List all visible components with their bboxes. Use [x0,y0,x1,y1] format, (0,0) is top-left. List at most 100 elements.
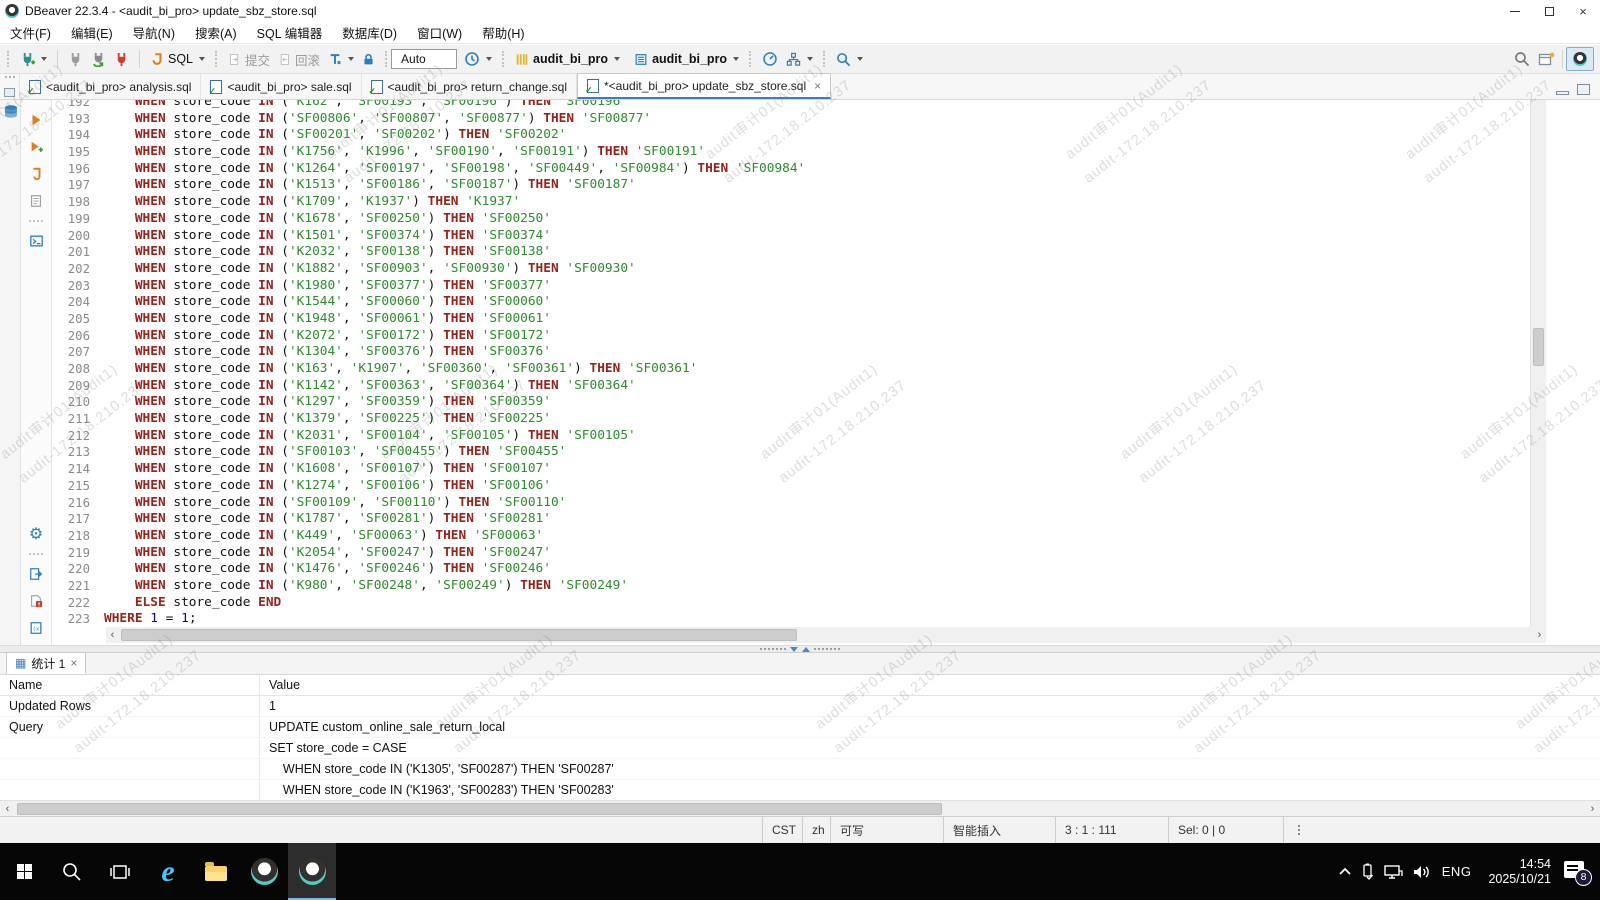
scroll-right-icon[interactable]: › [1585,803,1600,815]
menu-item-6[interactable]: 窗口(W) [407,22,472,43]
file-explorer-button[interactable] [192,843,240,900]
minimize-view-icon[interactable] [1556,91,1569,95]
code-line[interactable]: 219 WHEN store_code IN ('K2054', 'SF0024… [52,545,1530,562]
code-line[interactable]: 211 WHEN store_code IN ('K1379', 'SF0022… [52,411,1530,428]
notification-center-button[interactable]: 8 [1564,861,1590,883]
menu-item-0[interactable]: 文件(F) [0,22,61,43]
code-line[interactable]: 205 WHEN store_code IN ('K1948', 'SF0006… [52,311,1530,328]
explain-plan-icon[interactable] [26,191,46,211]
code-line[interactable]: 196 WHEN store_code IN ('K1264', 'SF0019… [52,161,1530,178]
stats-row-3[interactable]: WHEN store_code IN ('K1305', 'SF00287') … [0,759,1600,780]
menu-item-4[interactable]: SQL 编辑器 [247,22,333,43]
rollback-button[interactable]: 回滚 [274,48,324,71]
taskbar-clock[interactable]: 14:54 2025/10/21 [1482,857,1557,887]
splitter-sash[interactable] [0,645,1600,653]
status-segment-2[interactable]: 可写 [830,817,943,843]
settings-gear-icon[interactable]: ⚙ [26,524,46,544]
code-line[interactable]: 222 ELSE store_code END [52,595,1530,612]
network-icon[interactable] [1382,863,1404,881]
dbeaver-taskbar-button-active[interactable] [288,843,336,900]
status-segment-5[interactable]: Sel: 0 | 0 [1168,817,1283,843]
code-line[interactable]: 220 WHEN store_code IN ('K1476', 'SF0024… [52,561,1530,578]
database-selector[interactable]: audit_bi_pro [511,50,624,69]
status-segment-3[interactable]: 智能插入 [943,817,1055,843]
code-line[interactable]: 218 WHEN store_code IN ('K449', 'SF00063… [52,528,1530,545]
execute-new-tab-icon[interactable] [26,137,46,157]
status-segment-0[interactable]: CST [762,817,802,843]
vscroll-thumb[interactable] [1533,328,1544,366]
code-line[interactable]: 221 WHEN store_code IN ('K980', 'SF00248… [52,578,1530,595]
menu-item-7[interactable]: 帮助(H) [472,22,534,43]
stats-row-2[interactable]: SET store_code = CASE [0,738,1600,759]
code-line[interactable]: 201 WHEN store_code IN ('K2032', 'SF0013… [52,244,1530,261]
menu-item-5[interactable]: 数据库(D) [332,22,407,43]
maximize-button[interactable] [1532,0,1566,22]
database-navigator-icon[interactable] [3,104,19,125]
status-overflow-icon[interactable] [1283,817,1314,843]
editor-tab-1[interactable]: <audit_bi_pro> sale.sql [201,74,361,99]
restore-view-icon[interactable] [4,88,15,97]
tab-statistics[interactable]: ▦ 统计 1 × [6,652,86,674]
new-connection-button[interactable] [16,50,51,69]
drag-handle-icon[interactable] [5,76,15,78]
code-line[interactable]: 206 WHEN store_code IN ('K2072', 'SF0017… [52,328,1530,345]
status-segment-4[interactable]: 3 : 1 : 111 [1055,817,1168,843]
input-language[interactable]: ENG [1438,864,1476,879]
code-line[interactable]: 198 WHEN store_code IN ('K1709', 'K1937'… [52,194,1530,211]
code-line[interactable]: 197 WHEN store_code IN ('K1513', 'SF0018… [52,177,1530,194]
code-line[interactable]: 210 WHEN store_code IN ('K1297', 'SF0035… [52,394,1530,411]
code-line[interactable]: 214 WHEN store_code IN ('K1608', 'SF0010… [52,461,1530,478]
taskbar-search-button[interactable] [48,843,96,900]
dbeaver-perspective-button[interactable] [1566,47,1594,71]
sql-editor[interactable]: 192 WHEN store_code IN ('K162', 'SF00193… [52,100,1546,645]
internet-explorer-button[interactable]: e [144,843,192,900]
scroll-right-icon[interactable]: › [1533,629,1546,641]
code-line[interactable]: 193 WHEN store_code IN ('SF00806', 'SF00… [52,111,1530,128]
stats-row-4[interactable]: WHEN store_code IN ('K1963', 'SF00283') … [0,780,1600,800]
close-icon[interactable]: × [814,79,821,93]
connect-button[interactable] [64,50,87,69]
transaction-mode-button[interactable] [324,50,358,69]
new-sql-editor-button[interactable]: SQL [146,50,209,69]
volume-icon[interactable] [1411,863,1431,881]
task-view-button[interactable] [96,843,144,900]
lock-button[interactable] [358,50,379,69]
hscroll-thumb[interactable] [121,629,797,641]
editor-tab-2[interactable]: <audit_bi_pro> return_change.sql [362,74,577,99]
tray-chevron-up-icon[interactable] [1337,865,1353,879]
code-line[interactable]: 195 WHEN store_code IN ('K1756', 'K1996'… [52,144,1530,161]
disconnect-button[interactable] [110,50,133,69]
editor-tab-0[interactable]: <audit_bi_pro> analysis.sql [20,74,201,99]
maximize-view-icon[interactable] [1577,84,1590,95]
export-result-icon[interactable] [26,564,46,584]
code-line[interactable]: 208 WHEN store_code IN ('K163', 'K1907',… [52,361,1530,378]
menu-item-1[interactable]: 编辑(E) [61,22,123,43]
statistics-horizontal-scrollbar[interactable]: ‹ › [0,800,1600,816]
dbeaver-taskbar-button[interactable] [240,843,288,900]
hscroll-thumb[interactable] [17,803,942,815]
execute-statement-icon[interactable] [26,110,46,130]
code-line[interactable]: 203 WHEN store_code IN ('K1980', 'SF0037… [52,278,1530,295]
code-line[interactable]: 200 WHEN store_code IN ('K1501', 'SF0037… [52,228,1530,245]
reconnect-button[interactable] [87,50,110,69]
stats-row-1[interactable]: QueryUPDATE custom_online_sale_return_lo… [0,717,1600,738]
code-line[interactable]: 199 WHEN store_code IN ('K1678', 'SF0025… [52,211,1530,228]
code-line[interactable]: 223WHERE 1 = 1; [52,611,1530,628]
start-button[interactable] [0,843,48,900]
collapse-down-icon[interactable] [790,647,798,652]
code-line[interactable]: 192 WHEN store_code IN ('K162', 'SF00193… [52,100,1530,111]
er-diagram-button[interactable] [782,50,817,69]
schema-selector[interactable]: audit_bi_pro [630,50,743,69]
search-button[interactable] [832,50,867,69]
file-source-icon[interactable]: (x) [26,618,46,638]
autocommit-combo[interactable]: Auto [391,49,457,69]
code-line[interactable]: 215 WHEN store_code IN ('K1274', 'SF0010… [52,478,1530,495]
open-perspective-button[interactable] [1534,49,1559,69]
code-line[interactable]: 202 WHEN store_code IN ('K1882', 'SF0090… [52,261,1530,278]
stats-row-0[interactable]: Updated Rows1 [0,696,1600,717]
code-line[interactable]: 207 WHEN store_code IN ('K1304', 'SF0037… [52,344,1530,361]
close-button[interactable]: × [1566,0,1600,22]
status-segment-1[interactable]: zh [802,817,830,843]
editor-tab-3[interactable]: *<audit_bi_pro> update_sbz_store.sql× [577,73,831,99]
scroll-left-icon[interactable]: ‹ [0,803,15,815]
